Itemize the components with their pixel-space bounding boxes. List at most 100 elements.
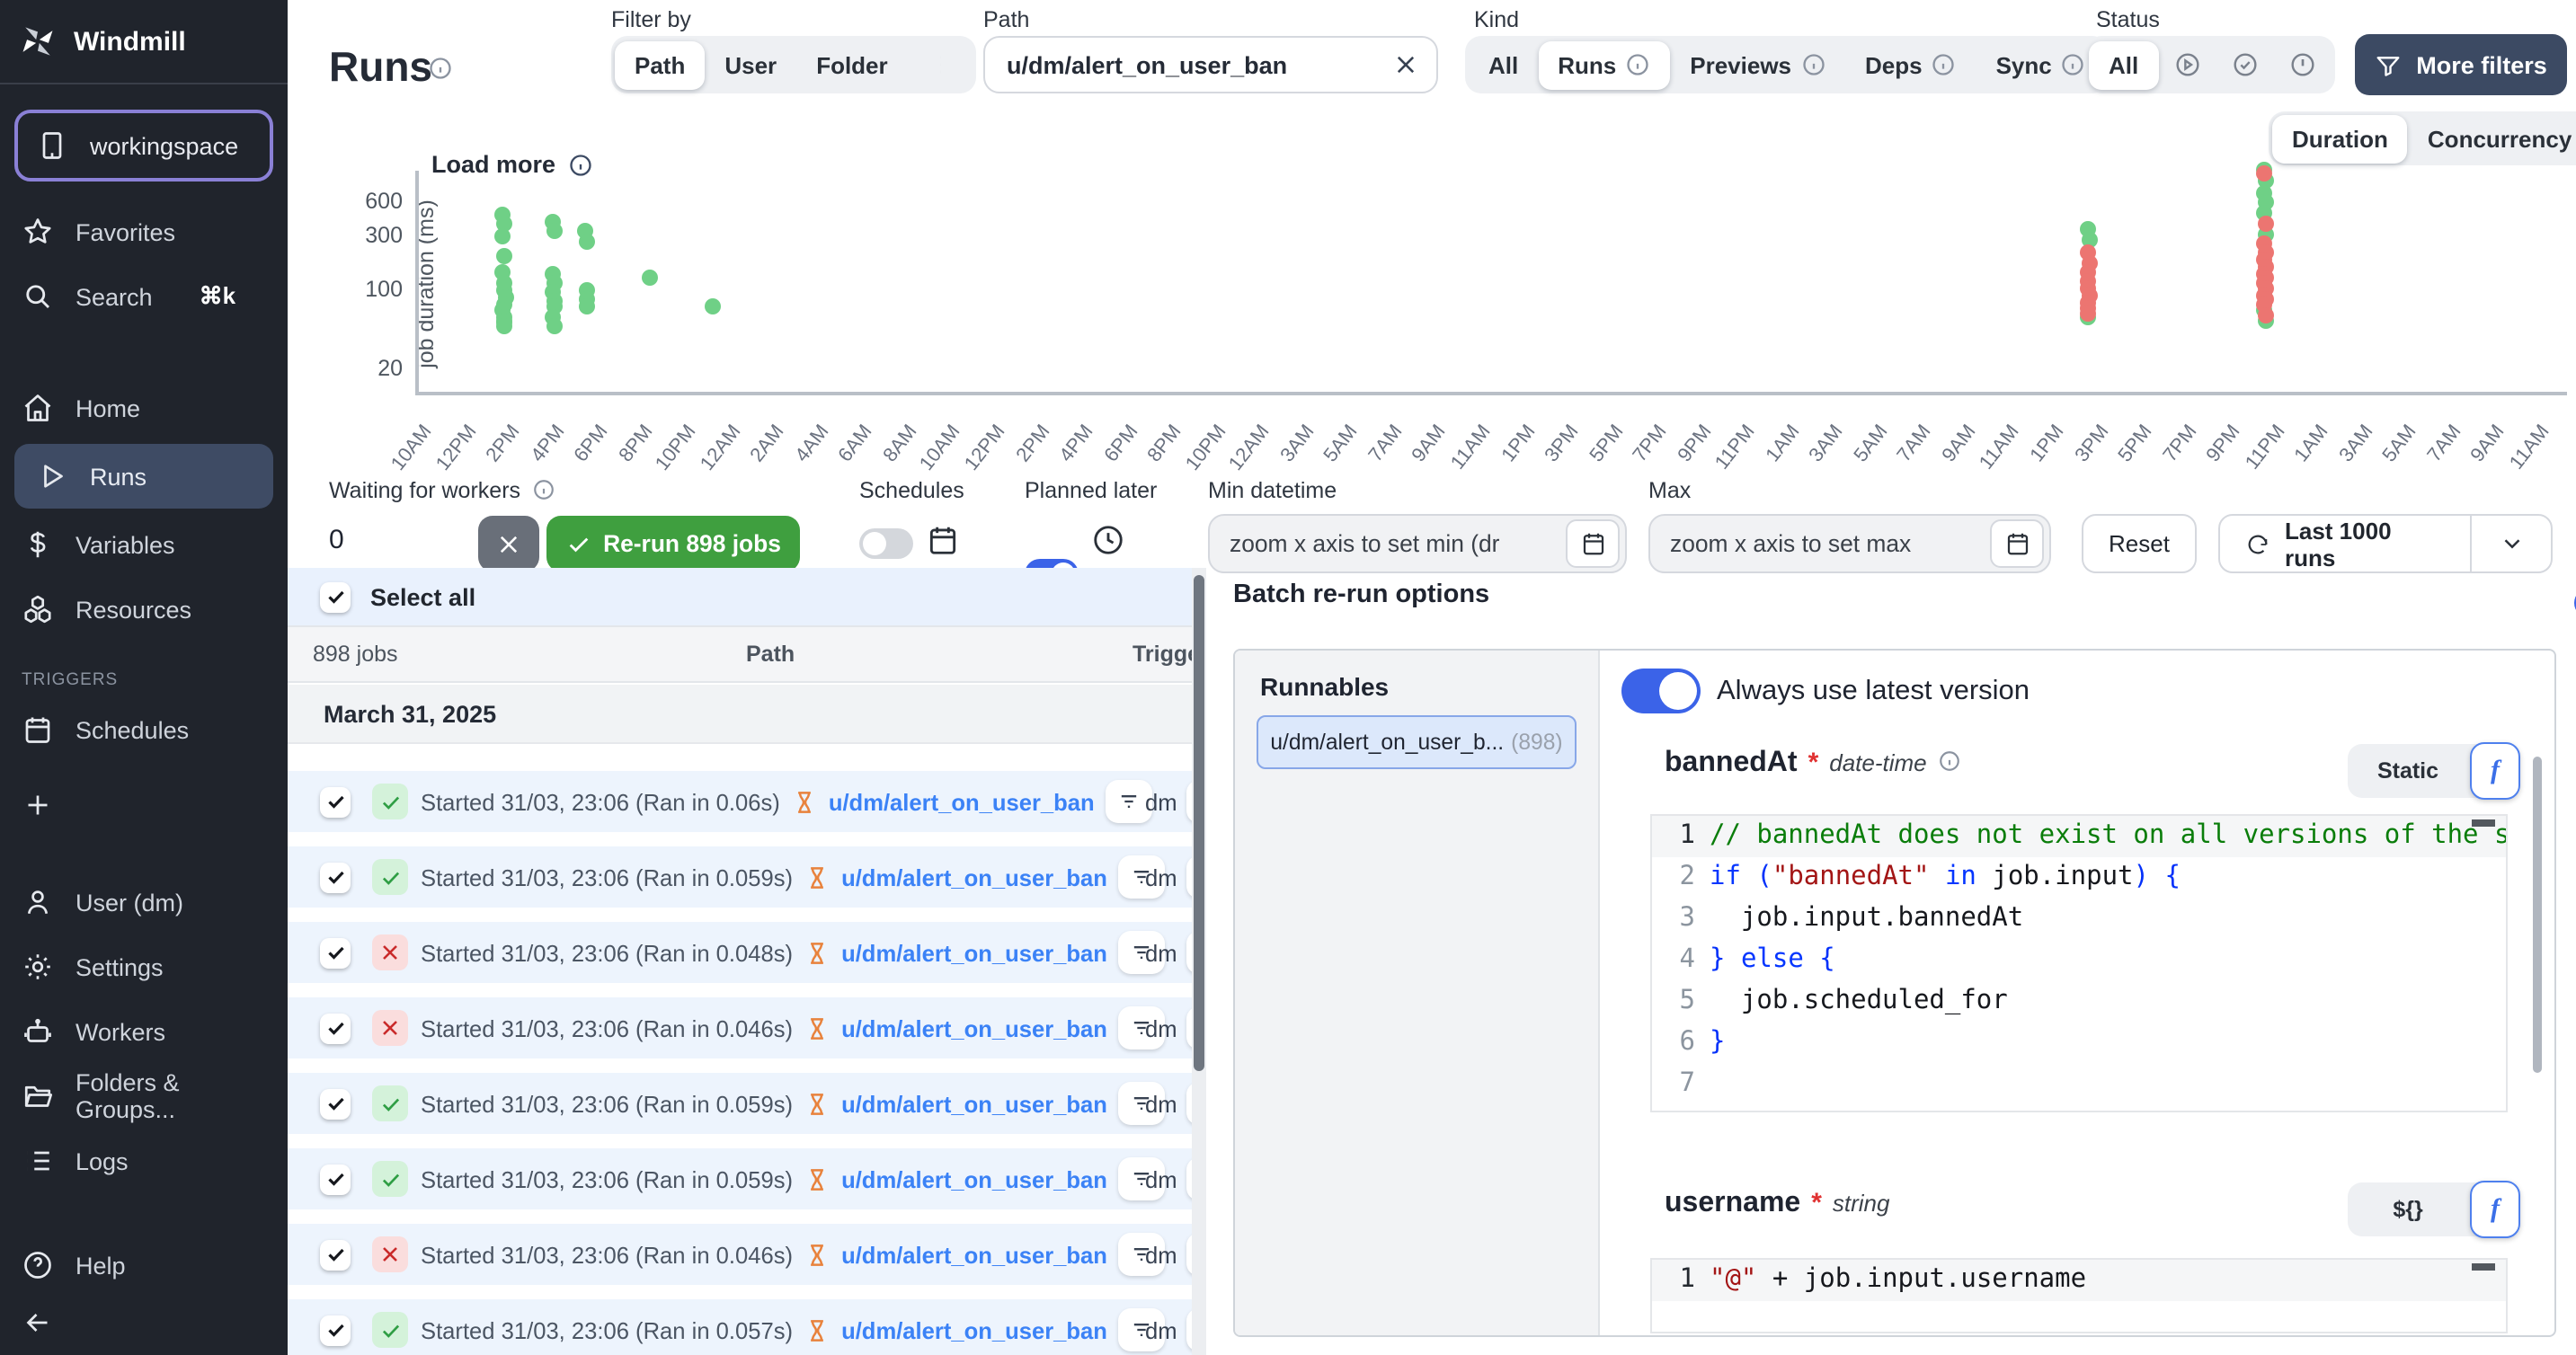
sidebar-item-resources[interactable]: Resources: [0, 577, 288, 642]
row-checkbox[interactable]: [320, 786, 351, 817]
sidebar-item-runs[interactable]: Runs: [14, 444, 273, 509]
run-started-text: Started 31/03, 23:06 (Ran in 0.048s): [421, 939, 793, 966]
sidebar-item-settings[interactable]: Settings: [0, 934, 288, 999]
scatter-dot-success[interactable]: [643, 270, 659, 287]
max-datetime-input[interactable]: zoom x axis to set max: [1648, 514, 2051, 573]
sidebar-nav: Home Runs Variables Resources: [0, 376, 288, 642]
reset-button[interactable]: Reset: [2082, 514, 2197, 573]
row-checkbox[interactable]: [320, 1013, 351, 1043]
rerun-jobs-button[interactable]: Re-run 898 jobs: [546, 516, 800, 571]
latest-version-toggle[interactable]: [1621, 669, 1701, 713]
sidebar-item-variables[interactable]: Variables: [0, 512, 288, 577]
schedules-toggle-label: Schedules: [859, 478, 964, 503]
failure-status-icon: [372, 934, 408, 970]
duration-scatter-chart[interactable]: job duration (ms) 60030010020 10AM12PM2P…: [288, 0, 2576, 467]
run-path-link[interactable]: u/dm/alert_on_user_ban: [841, 1165, 1107, 1192]
table-row[interactable]: Started 31/03, 23:06 (Ran in 0.046s) u/dm…: [288, 997, 1206, 1058]
mode-template-option[interactable]: ${}: [2348, 1197, 2468, 1222]
sidebar-item-schedules[interactable]: Schedules: [0, 697, 288, 762]
select-all-bar: Select all: [288, 568, 1206, 625]
code-token: [1930, 857, 1945, 899]
select-all-checkbox[interactable]: [320, 581, 351, 612]
run-path-link[interactable]: u/dm/alert_on_user_ban: [829, 788, 1095, 815]
latest-version-label: Always use latest version: [1717, 676, 2030, 708]
sidebar-item-search[interactable]: Search ⌘k: [0, 264, 288, 329]
sidebar-item-label: Resources: [76, 596, 191, 623]
function-mode-button[interactable]: f: [2470, 742, 2520, 800]
table-row[interactable]: Started 31/03, 23:06 (Ran in 0.057s)u/dm…: [288, 1299, 1206, 1355]
search-icon: [22, 280, 54, 313]
runs-window-dropdown[interactable]: [2472, 530, 2551, 557]
scatter-dot-success[interactable]: [705, 299, 721, 315]
sidebar-item-user[interactable]: User (dm): [0, 870, 288, 934]
workspace-selector[interactable]: workingspace: [14, 110, 273, 182]
runnables-label: Runnables: [1260, 672, 1389, 701]
field-info-icon[interactable]: [1938, 749, 1963, 775]
run-path-link[interactable]: u/dm/alert_on_user_ban: [841, 1241, 1107, 1268]
row-checkbox[interactable]: [320, 937, 351, 968]
sidebar-item-folders-groups[interactable]: Folders & Groups...: [0, 1064, 288, 1129]
table-row[interactable]: Started 31/03, 23:06 (Ran in 0.059s)u/dm…: [288, 1073, 1206, 1134]
table-row[interactable]: Started 31/03, 23:06 (Ran in 0.046s)u/dm…: [288, 1224, 1206, 1285]
row-checkbox[interactable]: [320, 1315, 351, 1345]
run-started-text: Started 31/03, 23:06 (Ran in 0.046s): [421, 1014, 793, 1041]
scatter-dot-success[interactable]: [580, 234, 596, 250]
sidebar-item-label: Runs: [90, 463, 147, 490]
sidebar-item-workers[interactable]: Workers: [0, 999, 288, 1064]
cancel-selection-button[interactable]: [478, 516, 539, 571]
list-scrollbar-thumb[interactable]: [1194, 575, 1204, 1071]
min-datetime-input[interactable]: zoom x axis to set min (dr: [1208, 514, 1627, 573]
min-datetime-calendar-button[interactable]: [1566, 519, 1620, 568]
search-shortcut: ⌘k: [200, 282, 235, 311]
scatter-dot-success[interactable]: [546, 317, 562, 333]
date-group-header: March 31, 2025: [288, 685, 1206, 744]
sidebar-item-home[interactable]: Home: [0, 376, 288, 440]
hourglass-icon: [791, 788, 818, 815]
code-line: 1// bannedAt does not exist on all versi…: [1652, 816, 2506, 857]
collapse-sidebar-button[interactable]: [0, 1297, 288, 1348]
sidebar-item-help[interactable]: Help: [0, 1233, 288, 1297]
scatter-dot-success[interactable]: [578, 298, 594, 314]
mode-static-option[interactable]: Static: [2348, 758, 2468, 784]
table-row[interactable]: Started 31/03, 23:06 (Ran in 0.059s)u/dm…: [288, 1148, 1206, 1209]
card-scrollbar-thumb[interactable]: [2533, 757, 2542, 1073]
field-name: bannedAt: [1665, 748, 1798, 780]
sidebar-add-button[interactable]: [0, 773, 288, 837]
planned-later-clock-icon: [1091, 523, 1125, 557]
table-row[interactable]: Started 31/03, 23:06 (Ran in 0.059s)u/dm…: [288, 846, 1206, 908]
sidebar-item-label: Home: [76, 394, 140, 421]
table-row[interactable]: Started 31/03, 23:06 (Ran in 0.048s) u/dm…: [288, 922, 1206, 983]
row-checkbox[interactable]: [320, 1088, 351, 1119]
username-code-editor[interactable]: 1"@" + job.input.username: [1650, 1258, 2508, 1333]
bannedAt-code-editor[interactable]: 1// bannedAt does not exist on all versi…: [1650, 814, 2508, 1112]
run-path-link[interactable]: u/dm/alert_on_user_ban: [841, 1316, 1107, 1343]
editor-overview-mark: [2472, 819, 2495, 827]
play-icon: [36, 460, 68, 492]
y-axis-line: [415, 171, 419, 392]
scatter-dot-success[interactable]: [546, 223, 563, 239]
function-mode-button[interactable]: f: [2470, 1181, 2520, 1238]
table-row[interactable]: Started 31/03, 23:06 (Ran in 0.06s)u/dm/…: [288, 771, 1206, 832]
runnable-item[interactable]: u/dm/alert_on_user_b... (898): [1257, 715, 1577, 769]
max-datetime-calendar-button[interactable]: [1990, 519, 2044, 568]
max-datetime-label: Max: [1648, 478, 1691, 503]
run-path-link[interactable]: u/dm/alert_on_user_ban: [841, 939, 1107, 966]
row-checkbox[interactable]: [320, 1164, 351, 1194]
line-number: 7: [1652, 1064, 1710, 1105]
star-icon: [22, 216, 54, 248]
row-checkbox[interactable]: [320, 1239, 351, 1270]
sidebar-item-logs[interactable]: Logs: [0, 1129, 288, 1193]
runs-window-main[interactable]: Last 1000 runs: [2220, 517, 2470, 571]
cubes-icon: [22, 593, 54, 625]
line-number: 1: [1652, 816, 1710, 857]
sidebar-item-favorites[interactable]: Favorites: [0, 199, 288, 264]
schedules-toggle[interactable]: [859, 528, 913, 559]
runs-window-select[interactable]: Last 1000 runs: [2218, 514, 2553, 573]
username-mode-toggle: ${} f: [2348, 1182, 2518, 1236]
run-path-link[interactable]: u/dm/alert_on_user_ban: [841, 1014, 1107, 1041]
line-number: 2: [1652, 857, 1710, 899]
run-path-link[interactable]: u/dm/alert_on_user_ban: [841, 1090, 1107, 1117]
row-checkbox[interactable]: [320, 862, 351, 892]
run-path-link[interactable]: u/dm/alert_on_user_ban: [841, 863, 1107, 890]
brand[interactable]: Windmill: [0, 0, 288, 79]
